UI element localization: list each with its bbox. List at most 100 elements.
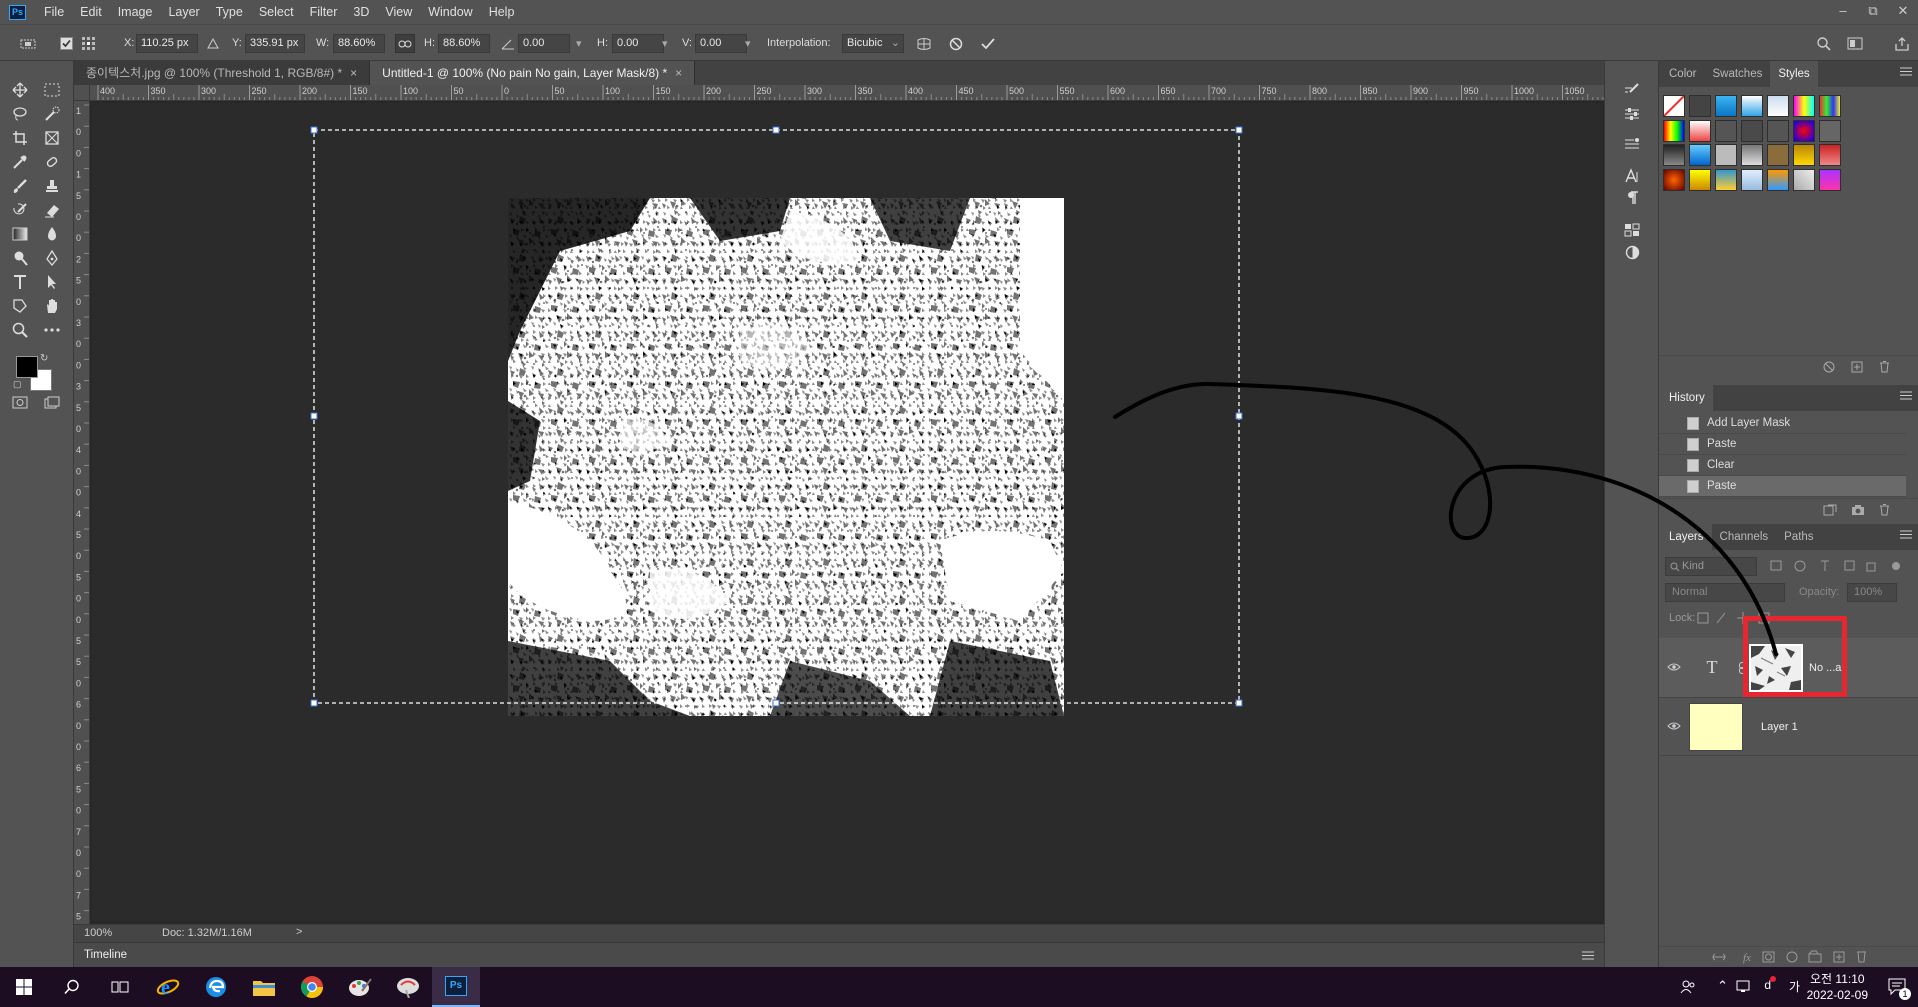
minimize-button[interactable]: – [1828, 0, 1858, 24]
menu-layer[interactable]: Layer [160, 0, 207, 24]
tab-swatches[interactable]: Swatches [1704, 61, 1770, 87]
status-menu-arrow[interactable]: > [296, 926, 302, 938]
zoom-tool-icon[interactable] [8, 319, 32, 341]
layer-row-layer1[interactable]: Layer 1 [1659, 698, 1918, 756]
style-swatch[interactable] [1663, 168, 1685, 191]
vskew-dropdown-icon[interactable]: ▾ [745, 37, 751, 50]
warp-mode-icon[interactable] [914, 34, 934, 53]
start-button[interactable] [0, 967, 48, 1007]
new-document-from-state-icon[interactable] [1823, 504, 1837, 516]
character-panel-icon[interactable] [1619, 165, 1645, 187]
x-position-field[interactable]: 110.25 px [136, 34, 198, 53]
file-explorer-icon[interactable] [240, 967, 288, 1007]
style-swatch[interactable] [1767, 168, 1789, 191]
style-swatch[interactable] [1689, 168, 1711, 191]
hand-tool-icon[interactable] [40, 295, 64, 317]
menu-file[interactable]: File [36, 0, 72, 24]
style-swatch[interactable] [1741, 168, 1763, 191]
link-icon[interactable] [395, 34, 415, 53]
menu-type[interactable]: Type [208, 0, 251, 24]
properties-icon[interactable] [1619, 133, 1645, 155]
style-swatch[interactable] [1793, 168, 1815, 191]
style-swatch[interactable] [1715, 144, 1737, 166]
tab-paths[interactable]: Paths [1776, 524, 1821, 550]
style-swatch[interactable] [1819, 144, 1841, 166]
gradient-tool-icon[interactable] [8, 223, 32, 245]
marquee-tool-icon[interactable] [40, 79, 64, 101]
more-tools-icon[interactable] [40, 319, 64, 341]
horizontal-skew-field[interactable]: 0.00 [612, 34, 664, 53]
history-item-selected[interactable]: Paste [1659, 476, 1906, 497]
adjustments-icon[interactable] [1619, 241, 1645, 263]
clock[interactable]: 오전 11:10 2022-02-09 [1807, 971, 1868, 1003]
history-item[interactable]: Add Layer Mask [1659, 413, 1906, 434]
horizontal-ruler[interactable]: 400 350 300 250 200 150 100 50 0 50 100 150 200 250 30… [90, 85, 1604, 101]
delete-style-icon[interactable] [1879, 361, 1890, 373]
menu-window[interactable]: Window [420, 0, 480, 24]
document-tab-untitled[interactable]: Untitled-1 @ 100% (No pain No gain, Laye… [370, 61, 696, 85]
reference-point-icon[interactable] [78, 34, 98, 53]
layer-name[interactable]: Layer 1 [1761, 721, 1798, 733]
rotation-dropdown-icon[interactable]: ▾ [576, 37, 582, 50]
tab-styles[interactable]: Styles [1770, 61, 1818, 87]
opacity-field[interactable]: 100% [1847, 583, 1897, 602]
screen-mode-icon[interactable] [40, 391, 64, 413]
edge-icon[interactable] [192, 967, 240, 1007]
close-tab-icon[interactable]: × [350, 66, 357, 80]
paragraph-panel-icon[interactable] [1619, 187, 1645, 209]
photoshop-taskbar-icon[interactable]: Ps [432, 967, 480, 1007]
task-view-icon[interactable] [96, 967, 144, 1007]
layer-thumbnail[interactable] [1689, 703, 1743, 751]
quick-select-tool-icon[interactable] [40, 103, 64, 125]
panel-menu-icon[interactable] [1900, 67, 1912, 76]
canvas-area[interactable] [90, 101, 1604, 924]
new-style-icon[interactable] [1851, 361, 1863, 373]
drawing-app-icon[interactable] [384, 967, 432, 1007]
style-swatch[interactable] [1663, 119, 1685, 142]
style-swatch[interactable] [1793, 119, 1815, 142]
swap-colors-icon[interactable]: ↻ [40, 353, 48, 364]
history-item[interactable]: Clear [1659, 455, 1906, 476]
frame-tool-icon[interactable] [40, 127, 64, 149]
style-swatch[interactable] [1819, 119, 1841, 142]
close-button[interactable]: ✕ [1888, 0, 1918, 24]
style-swatch[interactable] [1793, 95, 1815, 117]
type-layer-thumbnail[interactable]: T [1689, 644, 1735, 690]
tab-history[interactable]: History [1659, 385, 1713, 411]
dodge-tool-icon[interactable] [8, 247, 32, 269]
vertical-skew-field[interactable]: 0.00 [695, 34, 747, 53]
close-tab-icon[interactable]: × [675, 66, 682, 80]
move-tool-icon[interactable] [8, 79, 32, 101]
menu-help[interactable]: Help [481, 0, 523, 24]
style-swatch[interactable] [1793, 144, 1815, 166]
history-menu-icon[interactable] [1900, 391, 1912, 400]
style-swatch[interactable] [1689, 95, 1711, 117]
style-swatch[interactable] [1741, 144, 1763, 166]
visibility-eye-icon[interactable] [1667, 721, 1681, 731]
people-icon[interactable] [1680, 979, 1696, 995]
move-transform-icon[interactable] [18, 34, 38, 53]
menu-3d[interactable]: 3D [345, 0, 377, 24]
interpolation-select[interactable]: Bicubic ⌄ [842, 34, 904, 53]
eraser-tool-icon[interactable] [40, 199, 64, 221]
style-swatch[interactable] [1819, 168, 1841, 191]
delta-icon[interactable] [203, 34, 223, 53]
menu-image[interactable]: Image [110, 0, 161, 24]
search-icon[interactable] [1814, 34, 1834, 53]
crop-tool-icon[interactable] [8, 127, 32, 149]
style-swatch[interactable] [1663, 144, 1685, 166]
style-swatch[interactable] [1767, 119, 1789, 142]
pen-tool-icon[interactable] [40, 247, 64, 269]
reference-checkbox[interactable] [56, 34, 76, 53]
width-field[interactable]: 88.60% [333, 34, 385, 53]
style-swatch[interactable] [1741, 119, 1763, 142]
type-tool-icon[interactable] [8, 271, 32, 293]
style-swatch[interactable] [1663, 95, 1685, 117]
style-swatch[interactable] [1819, 95, 1841, 117]
brush-settings-icon[interactable] [1619, 79, 1645, 101]
workspace-icon[interactable] [1845, 34, 1865, 53]
default-colors-icon[interactable]: ▢ [13, 379, 22, 390]
shape-tool-icon[interactable] [8, 295, 32, 317]
history-item[interactable]: Paste [1659, 434, 1906, 455]
blend-mode-select[interactable]: Normal [1665, 583, 1785, 602]
